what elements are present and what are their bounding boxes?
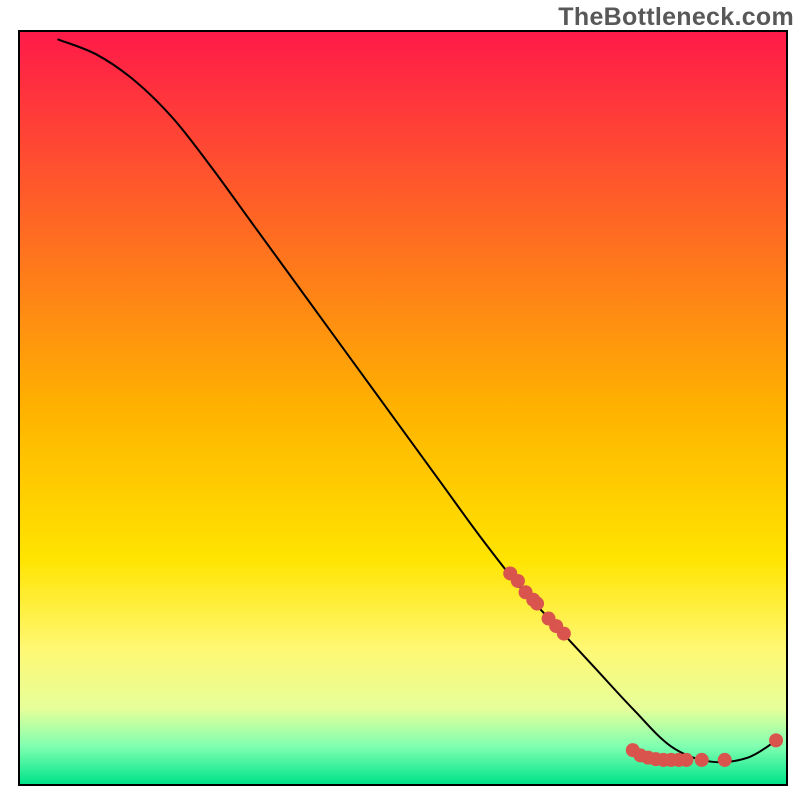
highlight-point	[530, 597, 544, 611]
plot-frame	[18, 30, 788, 786]
highlight-point	[679, 753, 693, 767]
highlight-point	[769, 733, 783, 747]
plot-svg	[20, 32, 786, 784]
gradient-background	[20, 32, 786, 784]
chart-stage: TheBottleneck.com	[0, 0, 800, 800]
watermark-label: TheBottleneck.com	[558, 3, 794, 32]
highlight-point	[557, 627, 571, 641]
highlight-point	[695, 753, 709, 767]
highlight-point	[718, 753, 732, 767]
